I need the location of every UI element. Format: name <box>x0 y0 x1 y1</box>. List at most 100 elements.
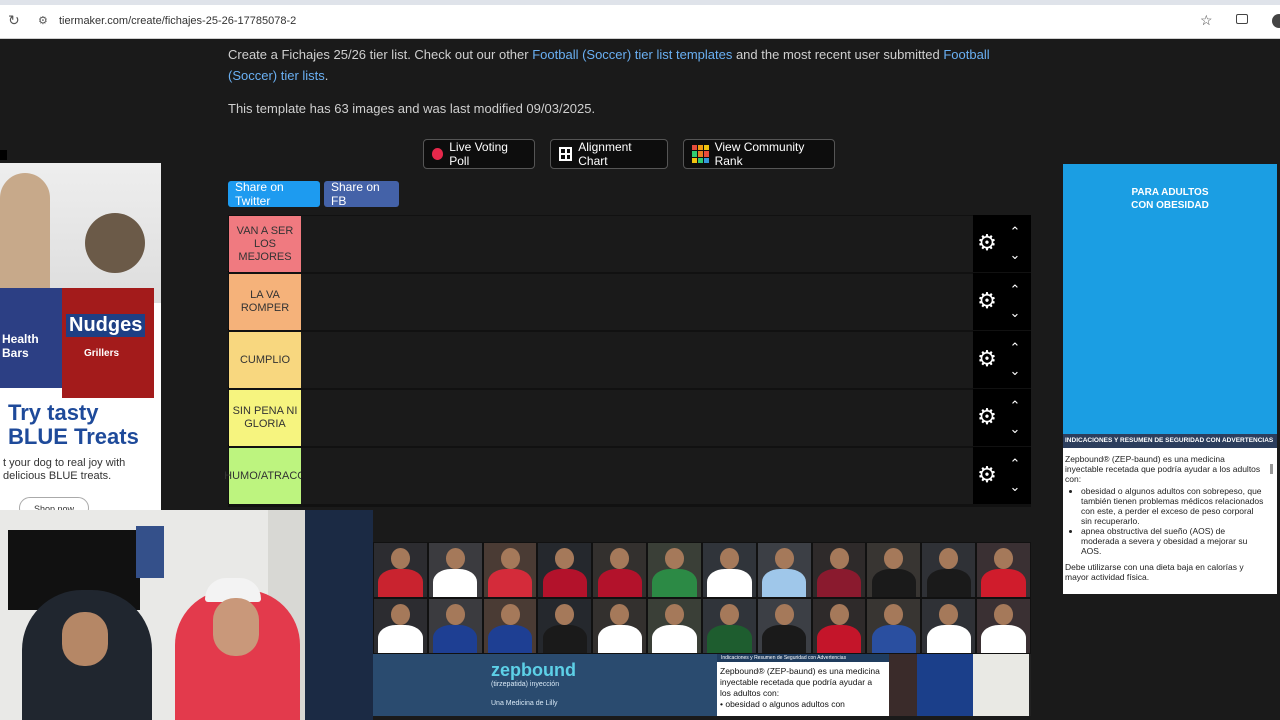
ad-safety-header: Indicaciones y Resumen de Seguridad con … <box>717 654 889 662</box>
chevron-up-icon[interactable]: ⌃ <box>1007 341 1023 355</box>
tier-image-card[interactable] <box>756 542 812 598</box>
chevron-down-icon[interactable]: ⌄ <box>1007 480 1023 494</box>
tier-label[interactable]: LA VA ROMPER <box>229 274 301 330</box>
tier-drop-zone[interactable] <box>301 216 973 272</box>
ad-brand-health-bars: Health Bars <box>2 332 39 360</box>
player-head <box>774 548 794 569</box>
tier-image-card[interactable] <box>427 598 483 654</box>
tier-image-card[interactable] <box>647 542 702 598</box>
intro-suffix: . <box>324 68 329 83</box>
webcam-overlay <box>0 510 373 720</box>
player-shirt <box>981 624 1026 653</box>
chevron-down-icon[interactable]: ⌄ <box>1007 248 1023 262</box>
soccer-templates-link[interactable]: Football (Soccer) tier list templates <box>532 47 732 62</box>
browser-address-bar[interactable]: ↻ ⚙ tiermaker.com/create/fichajes-25-26-… <box>0 5 1280 39</box>
gear-icon[interactable]: ⚙ <box>976 348 998 370</box>
tier-image-card[interactable] <box>537 598 593 654</box>
player-shirt <box>487 624 533 653</box>
tier-controls: ⚙ ⌃ ⌄ <box>973 389 1031 446</box>
gear-icon[interactable]: ⚙ <box>976 406 998 428</box>
profile-avatar[interactable] <box>1272 14 1280 28</box>
ad-manufacturer: Una Medicina de Lilly <box>491 700 558 707</box>
tier-image-card[interactable] <box>811 542 867 598</box>
tier-image-card[interactable] <box>866 598 922 654</box>
share-twitter-button[interactable]: Share on Twitter <box>228 180 320 208</box>
player-shirt <box>597 624 642 653</box>
tier-label[interactable]: HUMO/ATRACO <box>224 448 306 504</box>
tier-image-card[interactable] <box>701 598 757 654</box>
chevron-up-icon[interactable]: ⌃ <box>1007 457 1023 471</box>
player-head <box>829 548 849 569</box>
alignment-label: Alignment Chart <box>578 140 632 168</box>
tier-image-card[interactable] <box>482 542 538 598</box>
tier-row: SIN PENA NI GLORIA ⚙ ⌃ ⌄ <box>228 389 1031 446</box>
tier-image-card[interactable] <box>756 598 812 654</box>
tier-controls: ⚙ ⌃ ⌄ <box>973 273 1031 330</box>
live-voting-poll-button[interactable]: Live Voting Poll <box>423 139 535 169</box>
tier-image-card[interactable] <box>973 654 1029 716</box>
chevron-down-icon[interactable]: ⌄ <box>1007 422 1023 436</box>
pool-overflow-images <box>889 654 1031 716</box>
webcam-person-left <box>22 590 152 720</box>
tier-image-card[interactable] <box>592 542 648 598</box>
tier-image-card[interactable] <box>917 654 973 716</box>
tier-drop-zone[interactable] <box>301 274 973 330</box>
tier-image-card[interactable] <box>976 598 1031 654</box>
community-rank-label: View Community Rank <box>714 140 805 168</box>
ad-person-image <box>0 173 50 293</box>
player-shirt <box>542 624 588 653</box>
tier-image-card[interactable] <box>647 598 702 654</box>
community-rank-button[interactable]: View Community Rank <box>683 139 835 169</box>
bookmark-star-icon[interactable]: ☆ <box>1200 12 1213 29</box>
gear-icon[interactable]: ⚙ <box>976 290 998 312</box>
tier-drop-zone[interactable] <box>301 332 973 388</box>
gear-icon[interactable]: ⚙ <box>976 464 998 486</box>
shop-now-button[interactable]: Shop now <box>19 497 89 510</box>
tier-image-card[interactable] <box>537 542 593 598</box>
left-ad-banner[interactable]: Health Bars Nudges Grillers Try tasty BL… <box>0 163 161 510</box>
chevron-up-icon[interactable]: ⌃ <box>1007 225 1023 239</box>
tier-image-card[interactable] <box>482 598 538 654</box>
bottom-ad-banner[interactable]: zepbound (tirzepatida) inyección Una Med… <box>373 654 889 716</box>
right-ad-banner[interactable]: PARA ADULTOS CON OBESIDAD INDICACIONES Y… <box>1063 164 1277 594</box>
live-voting-label: Live Voting Poll <box>449 140 508 168</box>
tier-image-card[interactable] <box>592 598 648 654</box>
player-shirt <box>816 568 862 597</box>
player-shirt <box>981 568 1026 597</box>
tier-image-card[interactable] <box>701 542 757 598</box>
player-shirt <box>871 624 917 653</box>
tier-image-card[interactable] <box>373 598 428 654</box>
tier-image-card[interactable] <box>866 542 922 598</box>
chevron-down-icon[interactable]: ⌄ <box>1007 306 1023 320</box>
gear-icon[interactable]: ⚙ <box>976 232 998 254</box>
tier-image-card[interactable] <box>921 542 977 598</box>
webcam-person-right <box>175 578 300 720</box>
tier-label[interactable]: VAN A SER LOS MEJORES <box>229 216 301 272</box>
tier-label[interactable]: SIN PENA NI GLORIA <box>229 390 301 446</box>
alignment-chart-button[interactable]: Alignment Chart <box>550 139 668 169</box>
ad-subtext-line: delicious BLUE treats. <box>3 470 112 482</box>
tier-label[interactable]: CUMPLIO <box>229 332 301 388</box>
reload-icon[interactable]: ↻ <box>8 13 22 27</box>
chevron-down-icon[interactable]: ⌄ <box>1007 364 1023 378</box>
tier-image-card[interactable] <box>921 598 977 654</box>
ad-safety-info[interactable]: Indicaciones y Resumen de Seguridad con … <box>717 654 889 716</box>
share-fb-button[interactable]: Share on FB <box>324 180 399 208</box>
record-dot-icon <box>432 148 444 160</box>
ad-scroll-thumb[interactable] <box>1270 464 1273 474</box>
tier-drop-zone[interactable] <box>301 390 973 446</box>
tier-image-card[interactable] <box>373 542 428 598</box>
tier-drop-zone[interactable] <box>301 448 973 504</box>
ad-brand-grillers: Grillers <box>84 348 120 359</box>
chevron-up-icon[interactable]: ⌃ <box>1007 283 1023 297</box>
url-text[interactable]: tiermaker.com/create/fichajes-25-26-1778… <box>59 15 296 27</box>
tier-image-card[interactable] <box>811 598 867 654</box>
site-info-icon[interactable]: ⚙ <box>38 14 52 28</box>
tier-image-card[interactable] <box>976 542 1031 598</box>
player-head <box>939 548 959 569</box>
extensions-icon[interactable] <box>1236 14 1248 24</box>
tier-image-card[interactable] <box>427 542 483 598</box>
ad-safety-body: Zepbound® (ZEP-baund) es una medicina in… <box>1065 454 1265 582</box>
webcam-curtain <box>305 510 373 720</box>
chevron-up-icon[interactable]: ⌃ <box>1007 399 1023 413</box>
